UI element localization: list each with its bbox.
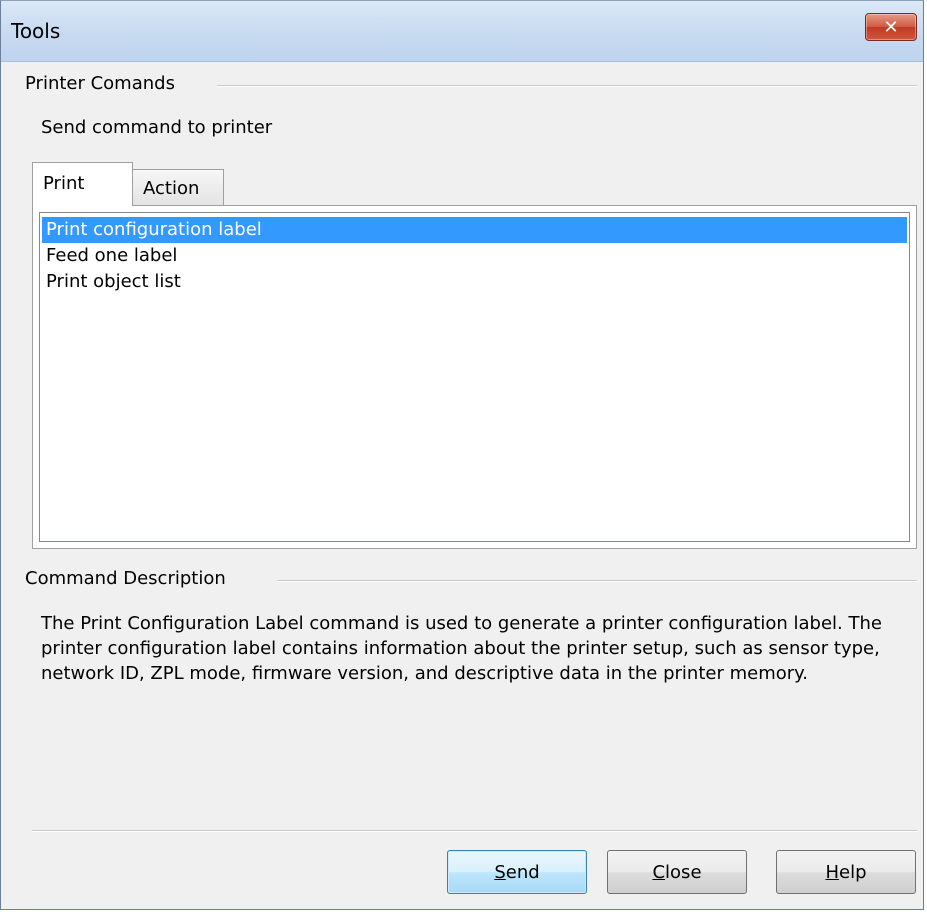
tab-print[interactable]: Print — [32, 162, 133, 206]
close-button[interactable]: Close — [607, 850, 747, 894]
printer-commands-divider — [217, 85, 917, 87]
tools-dialog: Tools ✕ Printer Comands Send command to … — [0, 0, 924, 910]
close-button-accelerator: C — [652, 861, 666, 883]
help-button-accelerator: H — [825, 861, 840, 883]
send-button-label: end — [505, 861, 540, 883]
title-bar[interactable]: Tools ✕ — [1, 1, 923, 62]
printer-commands-group-title: Printer Comands — [25, 73, 175, 94]
window-title: Tools — [11, 19, 61, 43]
close-icon: ✕ — [883, 16, 899, 38]
help-button-label: elp — [839, 861, 867, 883]
list-item-print-object-list[interactable]: Print object list — [42, 269, 907, 295]
send-button-accelerator: S — [494, 861, 506, 883]
list-item-feed-one-label[interactable]: Feed one label — [42, 243, 907, 269]
tab-action[interactable]: Action — [132, 169, 224, 206]
tab-print-label: Print — [43, 173, 85, 194]
command-list[interactable]: Print configuration label Feed one label… — [39, 212, 910, 542]
command-description-divider — [277, 580, 917, 582]
help-button[interactable]: Help — [776, 850, 916, 894]
button-separator — [32, 830, 917, 832]
send-button[interactable]: Send — [447, 850, 587, 894]
command-description-text: The Print Configuration Label command is… — [41, 613, 882, 684]
tab-action-label: Action — [143, 178, 200, 199]
print-tab-panel: Print configuration label Feed one label… — [32, 205, 917, 549]
list-item-print-configuration-label[interactable]: Print configuration label — [42, 217, 907, 243]
close-button-label: lose — [665, 861, 702, 883]
send-command-subtitle: Send command to printer — [41, 117, 273, 138]
close-window-button[interactable]: ✕ — [865, 13, 917, 41]
command-description-group-title: Command Description — [25, 568, 226, 589]
